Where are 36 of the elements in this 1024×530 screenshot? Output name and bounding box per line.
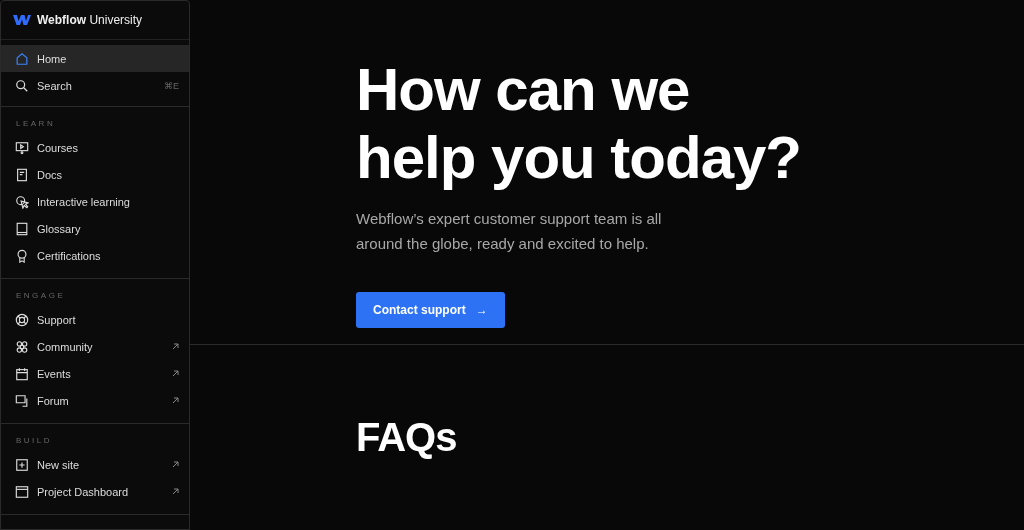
ribbon-icon	[15, 248, 29, 263]
nav-item[interactable]: Project Dashboard	[1, 478, 189, 505]
nav-item[interactable]: Certifications	[1, 242, 189, 269]
house-icon	[15, 51, 29, 66]
flower-icon	[15, 339, 29, 354]
nav-item[interactable]: Search ⌘E	[1, 72, 189, 99]
window-icon	[15, 484, 29, 499]
faq-heading: FAQs	[356, 415, 458, 460]
chat-icon	[15, 393, 29, 408]
search-icon	[15, 78, 29, 93]
nav-item[interactable]: Community	[1, 333, 189, 360]
calendar-icon	[15, 366, 29, 381]
lifebuoy-icon	[15, 312, 29, 327]
section-heading: ENGAGE	[15, 291, 67, 302]
hero-title: How can we help you today?	[356, 56, 803, 192]
section-heading: LEARN	[15, 119, 57, 130]
section-heading: BUILD	[15, 436, 54, 447]
keyboard-shortcut: ⌘E	[164, 80, 179, 91]
cursor-click-icon	[15, 194, 29, 209]
nav-item[interactable]: Docs	[1, 161, 189, 188]
nav-item[interactable]: New site	[1, 451, 189, 478]
nav-item[interactable]: Forum	[1, 387, 189, 414]
contact-support-button[interactable]: Contact support →	[356, 292, 505, 328]
presentation-icon	[15, 140, 29, 155]
nav-item[interactable]: Courses	[1, 134, 189, 161]
hero-description: Webflow’s expert customer support team is all around the globe, ready and excited to help.	[356, 209, 663, 254]
logo-icon	[13, 14, 31, 26]
brand-name[interactable]: Webflow University	[37, 13, 143, 27]
plus-square-icon	[15, 457, 29, 472]
nav-item[interactable]: Home	[1, 45, 189, 72]
nav-item[interactable]: Interactive learning	[1, 188, 189, 215]
nav-item[interactable]: Events	[1, 360, 189, 387]
nav-item[interactable]: Glossary	[1, 215, 189, 242]
nav-item[interactable]: Support	[1, 306, 189, 333]
book-icon	[15, 221, 29, 236]
document-icon	[15, 167, 29, 182]
